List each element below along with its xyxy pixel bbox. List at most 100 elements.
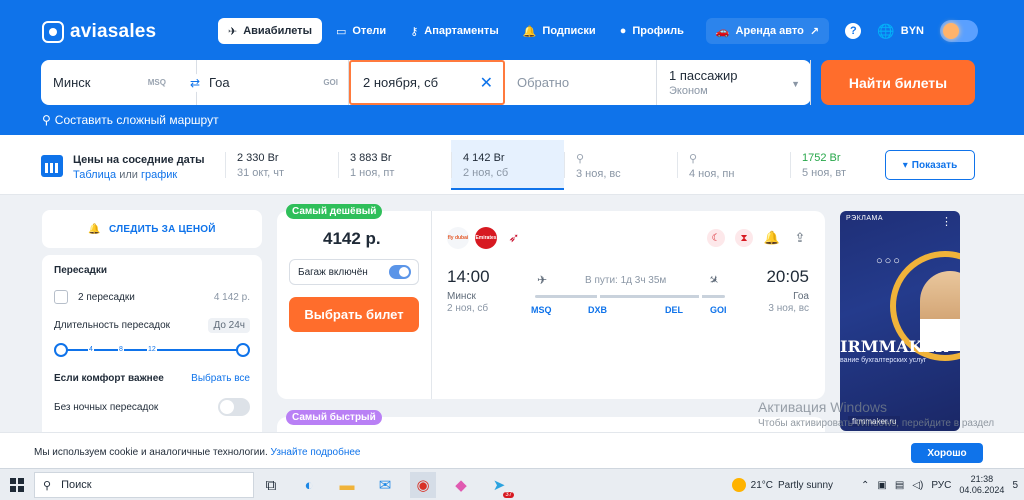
destination-field[interactable]: Гоа GOI — [196, 60, 349, 105]
edge-icon[interactable]: ◐ — [296, 472, 322, 498]
clock[interactable]: 21:38 04.06.2024 — [959, 474, 1004, 496]
filter-two-transfers[interactable]: 2 пересадки 4 142 р. — [54, 290, 250, 304]
language-indicator[interactable]: РУС — [931, 480, 951, 491]
weather-widget[interactable]: 21°C Partly sunny — [731, 478, 834, 492]
arrival-date: 3 ноя, вс — [768, 303, 809, 314]
search-button[interactable]: Найти билеты — [821, 60, 975, 105]
slider-max-handle[interactable] — [236, 343, 250, 357]
advertisement[interactable]: РЭКЛАМА ⋮ ○○○ IRMMAKER вание бухгалтерск… — [840, 211, 960, 431]
fastest-badge: Самый быстрый — [286, 410, 382, 425]
landing-icon: ✈ — [705, 271, 723, 289]
baggage-toggle[interactable] — [389, 265, 411, 279]
duration-value: До 24ч — [208, 318, 250, 333]
cookie-more-link[interactable]: Узнайте подробнее — [271, 447, 361, 458]
duration-slider[interactable]: 4 8 12 — [54, 343, 250, 357]
baggage-toggle-box[interactable]: Багаж включён — [289, 259, 419, 285]
ticket-card[interactable]: 4142 р. Багаж включён Выбрать билет fly … — [277, 211, 825, 399]
notifications-icon[interactable]: 5 — [1012, 480, 1018, 491]
complex-route-link[interactable]: ⚲ Составить сложный маршрут — [42, 113, 219, 127]
camera-icon[interactable]: ▣ — [877, 480, 886, 491]
table-link[interactable]: Таблица — [73, 169, 116, 181]
checkbox[interactable] — [54, 290, 68, 304]
currency-selector[interactable]: 🌐 BYN — [877, 23, 924, 40]
network-icon[interactable]: ▤ — [895, 480, 904, 491]
route-gap — [699, 295, 702, 298]
cell-date: 31 окт, чт — [237, 167, 285, 179]
select-all-link[interactable]: Выбрать все — [191, 373, 250, 384]
tab-flights[interactable]: ✈ Авиабилеты — [218, 18, 322, 44]
date-price-cell[interactable]: ⚲ 3 ноя, вс — [564, 140, 677, 190]
no-night-toggle[interactable] — [218, 398, 250, 416]
telegram-icon[interactable]: ➤ 37 — [486, 472, 514, 498]
no-night-label: Без ночных пересадок — [54, 401, 159, 413]
nearby-dates-strip: Цены на соседние даты Таблица или график… — [0, 135, 1024, 195]
weather-text: Partly sunny — [778, 479, 834, 491]
nearby-dates-title: Цены на соседние даты — [73, 154, 205, 166]
tab-car-rental[interactable]: 🚗 Аренда авто ↗ — [705, 18, 830, 44]
air-india-logo-icon: ➶ — [503, 227, 525, 249]
return-date-placeholder: Обратно — [517, 75, 570, 90]
departure-time: 14:00 — [447, 267, 490, 286]
origin-code: MSQ — [147, 78, 166, 87]
slider-tick: 12 — [147, 346, 157, 353]
browser-app-icon[interactable]: ◆ — [448, 472, 474, 498]
filter-price: 4 142 р. — [213, 291, 250, 303]
slider-min-handle[interactable] — [54, 343, 68, 357]
cheapest-badge: Самый дешёвый — [286, 204, 383, 219]
ticket-actions: ☾ ⧗ 🔔 ⇪ — [707, 229, 809, 247]
duration-label: Длительность пересадок — [54, 320, 171, 331]
slider-tick: 4 — [88, 346, 94, 353]
slider-tick: 8 — [118, 346, 124, 353]
chevron-up-icon[interactable]: ⌃ — [861, 480, 869, 491]
speaker-icon[interactable]: ◁) — [912, 480, 923, 491]
origin-field[interactable]: Минск MSQ — [41, 60, 196, 105]
departure-date-field[interactable]: 2 ноября, сб ✕ — [349, 60, 505, 105]
passengers-count: 1 пассажир — [669, 68, 738, 83]
night-flight-icon: ☾ — [707, 229, 725, 247]
chart-link[interactable]: график — [141, 169, 177, 181]
plane-icon: ✈ — [228, 25, 238, 38]
globe-icon: 🌐 — [877, 22, 895, 39]
select-ticket-button[interactable]: Выбрать билет — [289, 297, 419, 332]
tab-subscriptions[interactable]: 🔔 Подписки — [513, 18, 606, 44]
return-date-field[interactable]: Обратно — [505, 60, 657, 105]
taskbar-search[interactable]: ⚲ Поиск — [34, 472, 254, 498]
theme-toggle[interactable] — [940, 20, 978, 42]
cabin-class: Эконом — [669, 85, 708, 97]
windows-start-icon[interactable] — [10, 478, 24, 492]
follow-price-button[interactable]: 🔔 СЛЕДИТЬ ЗА ЦЕНОЙ — [42, 210, 262, 248]
complex-route-label: Составить сложный маршрут — [54, 113, 219, 127]
cookie-accept-button[interactable]: Хорошо — [911, 443, 983, 463]
departure-date: 2 ноя, сб — [447, 303, 489, 314]
ad-dots-icon: ○○○ — [876, 255, 902, 267]
tab-profile[interactable]: ● Профиль — [610, 18, 694, 44]
passengers-field[interactable]: 1 пассажир Эконом ▼ — [657, 60, 811, 105]
show-nearby-button[interactable]: ▾ Показать — [885, 150, 975, 180]
date-price-cell-selected[interactable]: 4 142 Br 2 ноя, сб — [451, 140, 564, 190]
aviasales-logo[interactable]: aviasales — [42, 21, 156, 43]
date-price-cell[interactable]: 3 883 Br 1 ноя, пт — [338, 140, 451, 190]
header: aviasales ✈ Авиабилеты ▭ Отели ⚷ Апартам… — [0, 0, 1024, 135]
clear-date-icon[interactable]: ✕ — [480, 73, 493, 93]
more-icon[interactable]: ⋮ — [941, 215, 952, 228]
telegram-badge: 37 — [503, 492, 514, 498]
bell-icon: 🔔 — [522, 25, 537, 38]
file-explorer-icon[interactable]: ▬ — [334, 472, 360, 498]
bell-icon: 🔔 — [88, 223, 101, 235]
logo-icon — [42, 21, 64, 43]
clock-date: 04.06.2024 — [959, 485, 1005, 495]
chrome-icon[interactable]: ◉ — [410, 472, 436, 498]
mail-icon[interactable]: ✉ — [372, 472, 398, 498]
swap-icon[interactable]: ⇄ — [186, 74, 204, 92]
help-button[interactable]: ? — [845, 23, 862, 39]
share-icon[interactable]: ⇪ — [791, 229, 809, 247]
date-price-cell[interactable]: ⚲ 4 ноя, пн — [677, 140, 790, 190]
search-icon: ⚲ — [576, 153, 585, 165]
date-price-cell[interactable]: 2 330 Br 31 окт, чт — [225, 140, 338, 190]
tab-apartments[interactable]: ⚷ Апартаменты — [400, 18, 509, 44]
route-code: DEL — [665, 305, 683, 315]
task-view-icon[interactable]: ⧉ — [258, 472, 284, 498]
tab-hotels[interactable]: ▭ Отели — [326, 18, 396, 44]
bell-icon[interactable]: 🔔 — [763, 229, 781, 247]
takeoff-icon: ✈ — [537, 273, 548, 287]
